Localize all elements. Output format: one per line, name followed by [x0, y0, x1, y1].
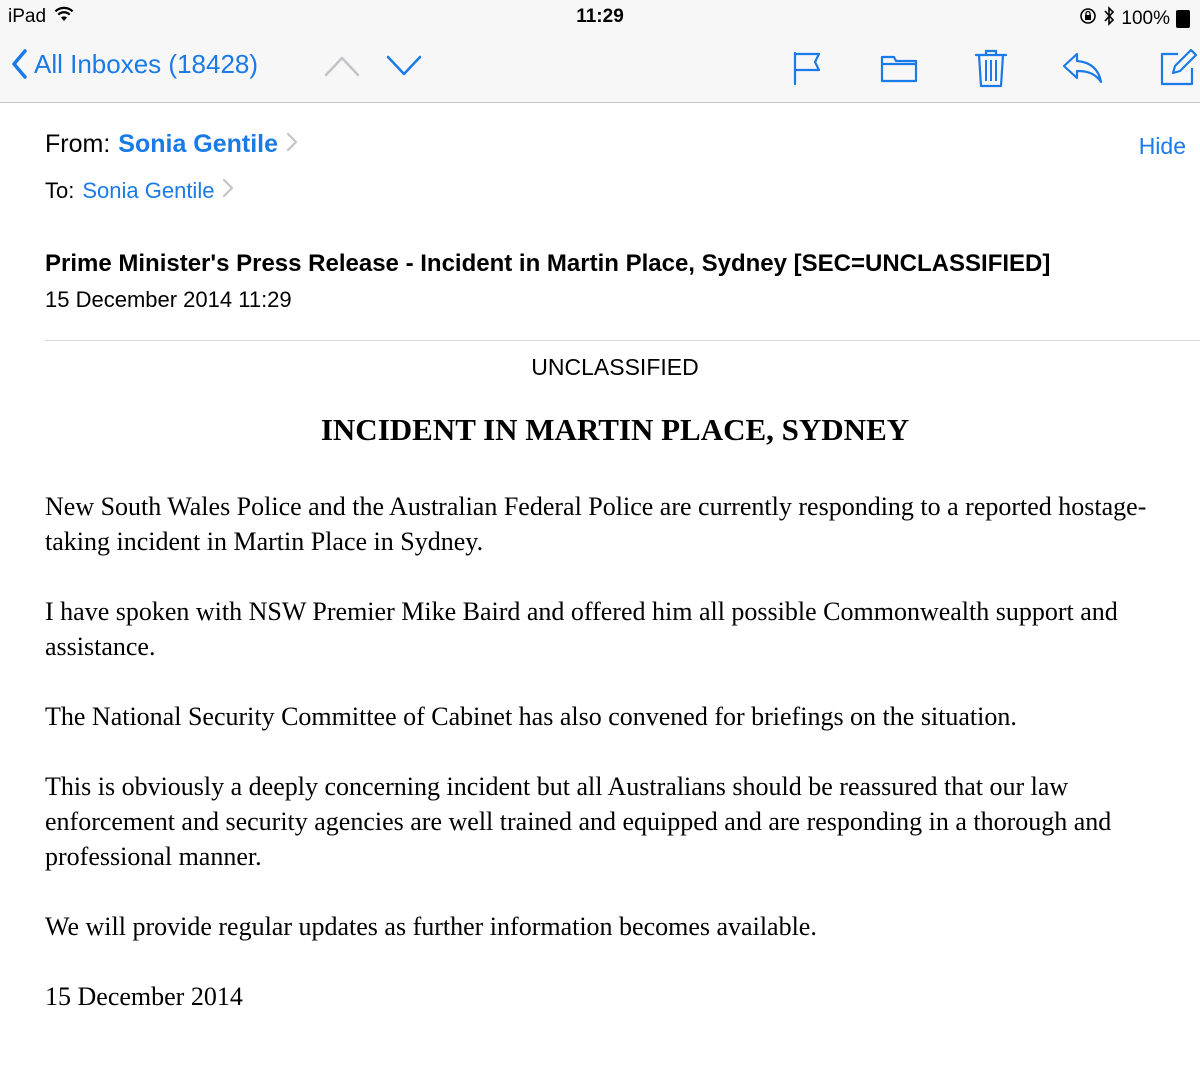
body-paragraph: This is obviously a deeply concerning in… [45, 772, 1112, 871]
status-time: 11:29 [576, 6, 624, 27]
to-line: To: Sonia Gentile [45, 178, 234, 204]
flag-icon [793, 51, 821, 86]
chevron-right-icon [286, 130, 298, 159]
hide-details-link[interactable]: Hide [1139, 133, 1186, 160]
flag-button[interactable] [786, 46, 830, 90]
message-subject: Prime Minister's Press Release - Inciden… [45, 250, 1051, 277]
compose-icon [1160, 48, 1198, 86]
body-paragraph: New South Wales Police and the Australia… [45, 492, 1147, 556]
status-bar: iPad 11:29 100% [0, 0, 1200, 34]
back-button-label: All Inboxes (18428) [34, 48, 259, 79]
status-right: 100% [1073, 6, 1190, 32]
previous-message-button[interactable] [324, 54, 360, 83]
all-inboxes-back-button[interactable]: All Inboxes (18428) [10, 48, 258, 80]
reply-button[interactable] [1060, 46, 1104, 90]
header-divider [45, 340, 1200, 341]
to-label: To: [45, 178, 75, 203]
classification-label: UNCLASSIFIED [531, 354, 699, 380]
body-paragraph: The National Security Committee of Cabin… [45, 702, 1017, 731]
body-paragraph: I have spoken with NSW Premier Mike Bair… [45, 597, 1118, 661]
release-date: 15 December 2014 [45, 982, 243, 1011]
bluetooth-icon [1103, 6, 1115, 32]
chevron-left-icon [12, 49, 27, 79]
recipient-name[interactable]: Sonia Gentile [82, 178, 214, 204]
chevron-down-icon [386, 55, 422, 76]
message-date: 15 December 2014 11:29 [45, 287, 292, 312]
reply-icon [1062, 52, 1103, 84]
move-to-folder-button[interactable] [877, 46, 921, 90]
trash-icon [975, 49, 1007, 88]
compose-button[interactable] [1156, 46, 1200, 90]
press-release-headline: INCIDENT IN MARTIN PLACE, SYDNEY [320, 412, 910, 447]
battery-icon [1176, 10, 1190, 28]
next-message-button[interactable] [386, 54, 422, 83]
battery-percent: 100% [1121, 8, 1170, 29]
body-paragraph: We will provide regular updates as furth… [45, 912, 817, 941]
chevron-right-icon [222, 178, 234, 204]
mail-toolbar: All Inboxes (18428) [0, 34, 1200, 103]
rotation-lock-icon [1079, 7, 1097, 31]
from-label: From: [45, 130, 111, 158]
trash-button[interactable] [969, 46, 1013, 90]
folder-icon [880, 55, 918, 83]
chevron-up-icon [324, 56, 360, 77]
from-line: From: Sonia Gentile [45, 130, 298, 159]
sender-name[interactable]: Sonia Gentile [118, 130, 278, 159]
